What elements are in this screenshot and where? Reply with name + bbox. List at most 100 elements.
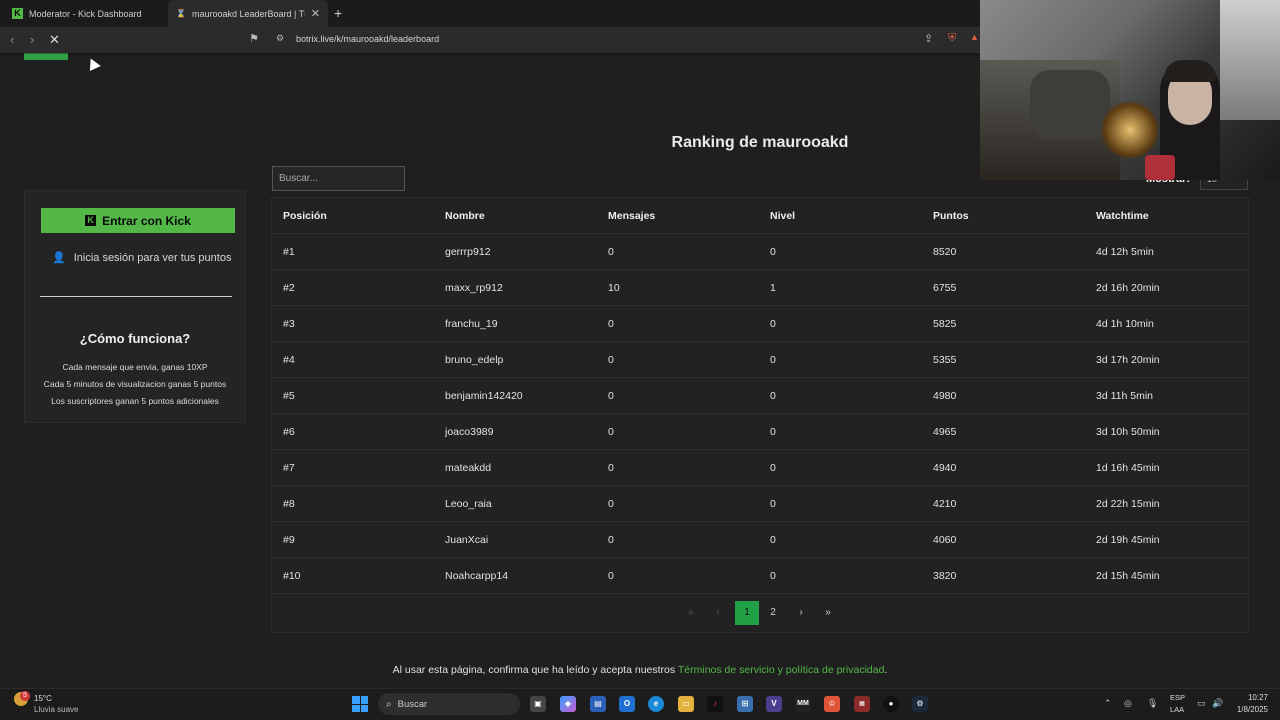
loading-icon: ⌛ [176, 9, 186, 18]
column-header[interactable]: Mensajes [608, 210, 655, 222]
clock-time[interactable]: 10:27 [1240, 693, 1268, 702]
share-icon[interactable]: ⇪ [924, 32, 933, 45]
app-icon[interactable]: ⊞ [737, 696, 753, 712]
copilot-icon[interactable]: ◆ [560, 696, 576, 712]
file-explorer-icon[interactable]: ▭ [678, 696, 694, 712]
task-view-icon[interactable]: ▣ [530, 696, 546, 712]
outlook-icon[interactable]: O [619, 696, 635, 712]
tray-mic-icon[interactable]: 🎙 [1147, 698, 1158, 709]
column-header[interactable]: Watchtime [1096, 210, 1149, 222]
table-cell: #8 [283, 498, 295, 510]
app-icon-red[interactable]: ▦ [854, 696, 870, 712]
first-page-button[interactable]: « [680, 603, 702, 623]
back-icon[interactable]: ‹ [10, 32, 14, 47]
table-cell: 4965 [933, 426, 957, 438]
column-header[interactable]: Nombre [445, 210, 485, 222]
table-cell: 0 [608, 534, 614, 546]
footer-end: . [884, 664, 888, 676]
table-cell: #6 [283, 426, 295, 438]
table-cell: 3d 11h 5min [1096, 390, 1154, 402]
tab-title: maurooakd LeaderBoard | The b [191, 8, 305, 19]
table-cell: 10 [608, 282, 620, 294]
table-cell: 5825 [933, 318, 957, 330]
keyboard-layout[interactable]: LAA [1170, 705, 1184, 714]
table-cell: 0 [770, 534, 776, 546]
table-cell: #5 [283, 390, 295, 402]
tiktok-icon[interactable]: ♪ [707, 696, 723, 712]
table-cell: #3 [283, 318, 295, 330]
table-cell: 2d 16h 20min [1096, 282, 1160, 294]
tab-kick-dashboard[interactable]: K Moderator - Kick Dashboard [4, 0, 164, 27]
tray-display-icon[interactable]: ▭ [1197, 698, 1206, 709]
taskbar-search-label: Buscar [397, 698, 428, 710]
table-cell: 1 [770, 282, 776, 294]
site-settings-icon[interactable]: ⚙ [276, 33, 284, 44]
steam-icon[interactable]: ⚙ [912, 696, 928, 712]
table-cell: Leoo_raia [445, 498, 492, 510]
app-icon-mm[interactable]: MM [795, 696, 811, 712]
rewards-icon[interactable]: ▲ [970, 32, 979, 42]
column-header[interactable]: Puntos [933, 210, 969, 222]
webcam-overlay [980, 0, 1280, 180]
table-cell: 0 [770, 570, 776, 582]
how-it-works-title: ¿Cómo funciona? [79, 331, 191, 346]
clock-date[interactable]: 1/8/2025 [1230, 705, 1268, 714]
how-line: Los suscriptores ganan 5 puntos adiciona… [51, 396, 219, 406]
table-cell: 4d 1h 10min [1096, 318, 1154, 330]
table-cell: 0 [608, 570, 614, 582]
table-cell: 0 [608, 426, 614, 438]
tab-leaderboard[interactable]: ⌛ maurooakd LeaderBoard | The b ✕ [168, 0, 328, 27]
url-field[interactable]: botrix.live/k/maurooakd/leaderboard [296, 34, 439, 44]
table-cell: #7 [283, 462, 295, 474]
new-tab-button[interactable]: + [334, 5, 342, 21]
login-button-label: Entrar con Kick [102, 213, 191, 228]
sidebar-divider [40, 296, 232, 297]
mouse-cursor [85, 55, 101, 72]
weather-desc[interactable]: Lluvia suave [34, 705, 78, 714]
search-icon: ⌕ [386, 698, 392, 710]
tray-chevron-icon[interactable]: ⌃ [1104, 698, 1112, 709]
close-icon[interactable]: ✕ [311, 7, 320, 20]
table-cell: JuanXcai [445, 534, 489, 546]
app-icon-circle[interactable]: ● [883, 696, 899, 712]
brave-shield-icon[interactable]: ⛨ [948, 32, 956, 45]
app-icon-v[interactable]: V [766, 696, 782, 712]
table-cell: 5355 [933, 354, 957, 366]
table-cell: benjamin142420 [445, 390, 523, 402]
column-header[interactable]: Nivel [770, 210, 795, 222]
tray-volume-icon[interactable]: 🔊 [1212, 698, 1223, 709]
table-cell: #4 [283, 354, 295, 366]
taskbar-search[interactable]: ⌕ Buscar [378, 693, 520, 715]
table-cell: #2 [283, 282, 295, 294]
last-page-button[interactable]: » [817, 603, 839, 623]
start-button[interactable] [352, 696, 368, 712]
terms-link[interactable]: Términos de servicio y política de priva… [678, 664, 885, 676]
how-line: Cada mensaje que envia, ganas 10XP [62, 362, 208, 372]
how-line: Cada 5 minutos de visualizacion ganas 5 … [43, 379, 227, 389]
table-cell: 0 [608, 246, 614, 258]
table-cell: 3820 [933, 570, 957, 582]
column-header[interactable]: Posición [283, 210, 327, 222]
page-1-button[interactable]: 1 [735, 601, 759, 625]
kick-logo-icon: K [12, 8, 23, 19]
login-with-kick-button[interactable]: K Entrar con Kick [41, 208, 235, 233]
footer-text: Al usar esta página, confirma que ha leí… [392, 664, 678, 676]
language-indicator[interactable]: ESP [1170, 693, 1185, 702]
weather-temp[interactable]: 15°C [34, 694, 52, 703]
search-input[interactable] [272, 166, 405, 191]
site-logo[interactable]: ▬▬ [24, 40, 68, 66]
page-2-button[interactable]: 2 [762, 603, 784, 623]
table-cell: maxx_rp912 [445, 282, 503, 294]
table-cell: Noahcarpp14 [445, 570, 509, 582]
table-cell: 0 [770, 390, 776, 402]
next-page-button[interactable]: › [790, 603, 812, 623]
tray-network-icon[interactable]: ◎ [1124, 698, 1132, 709]
table-cell: 0 [770, 462, 776, 474]
bookmark-icon[interactable]: ⚑ [249, 32, 259, 45]
prev-page-button[interactable]: ‹ [707, 603, 729, 623]
table-cell: 3d 17h 20min [1096, 354, 1160, 366]
table-cell: 0 [608, 498, 614, 510]
brave-icon[interactable]: ♔ [824, 696, 840, 712]
store-icon[interactable]: ▤ [590, 696, 606, 712]
edge-icon[interactable]: e [648, 696, 664, 712]
